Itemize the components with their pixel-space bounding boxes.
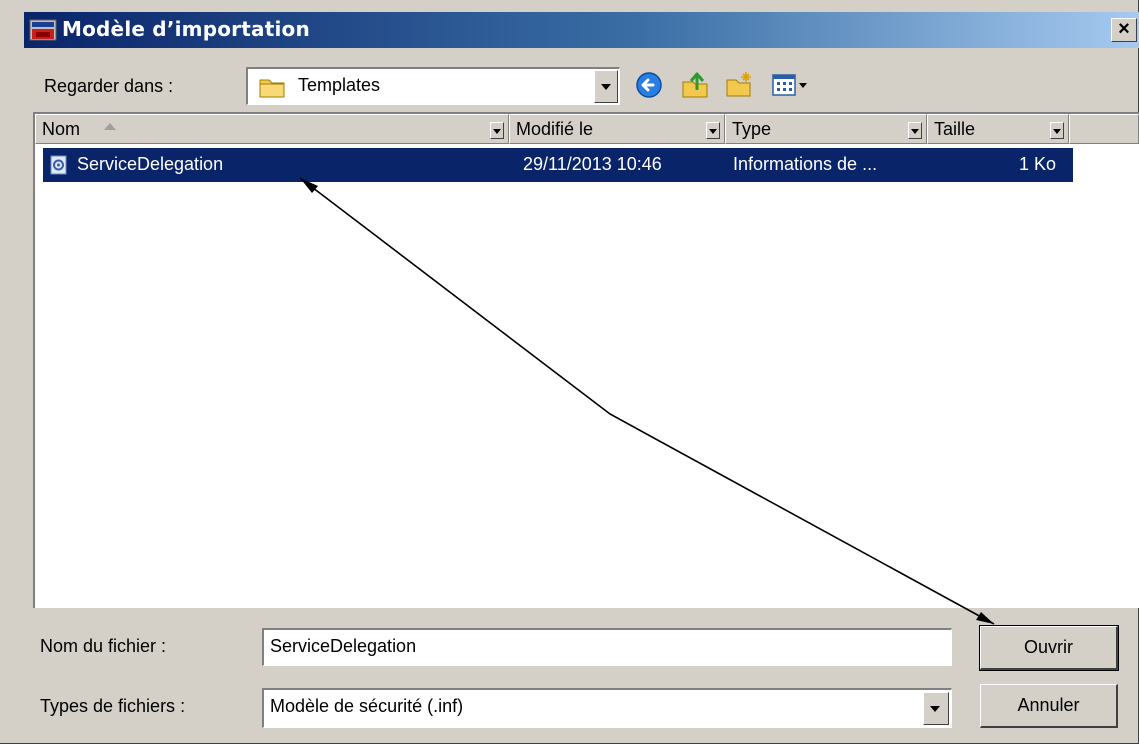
look-in-value: Templates (298, 75, 381, 95)
column-header-modified[interactable]: Modifié le (509, 114, 725, 144)
security-template-icon (29, 19, 57, 41)
column-header-name[interactable]: Nom (35, 114, 509, 144)
column-header-size[interactable]: Taille (927, 114, 1069, 144)
up-folder-icon[interactable] (680, 70, 710, 100)
file-list[interactable]: Nom Modifié le Type Taille ServiceDelega… (33, 112, 1139, 608)
title-bar[interactable]: Modèle d’importation × (24, 12, 1139, 48)
view-menu-icon[interactable] (770, 70, 810, 100)
cancel-button[interactable]: Annuler (980, 684, 1118, 728)
file-type: Informations de ... (733, 154, 878, 174)
filename-input[interactable]: ServiceDelegation (262, 628, 952, 666)
chevron-down-icon[interactable] (1050, 122, 1064, 139)
chevron-down-icon[interactable] (908, 122, 922, 139)
look-in-dropdown-button[interactable] (594, 70, 618, 103)
open-button[interactable]: Ouvrir (979, 625, 1119, 671)
file-row-selected[interactable]: ServiceDelegation 29/11/2013 10:46 Infor… (43, 148, 1073, 182)
filetype-value: Modèle de sécurité (.inf) (270, 696, 464, 716)
filetype-label: Types de fichiers : (40, 696, 186, 716)
column-header-label: Taille (934, 119, 976, 139)
inf-file-icon (50, 155, 67, 175)
filename-label: Nom du fichier : (40, 636, 167, 656)
column-header-label: Nom (42, 119, 81, 139)
filetype-select[interactable]: Modèle de sécurité (.inf) (262, 688, 952, 728)
file-modified: 29/11/2013 10:46 (523, 154, 662, 174)
filetype-dropdown-button[interactable] (923, 692, 949, 725)
column-header-label: Modifié le (516, 119, 594, 139)
column-header-filler (1069, 114, 1139, 144)
look-in-label: Regarder dans : (44, 76, 174, 96)
sort-ascending-icon (104, 123, 116, 130)
column-header-row: Nom Modifié le Type Taille (35, 114, 1139, 144)
back-icon[interactable] (634, 70, 664, 100)
look-in-combobox[interactable]: Templates (246, 67, 620, 105)
import-template-dialog: Modèle d’importation × Regarder dans : T… (0, 0, 1139, 744)
close-button[interactable]: × (1111, 18, 1137, 42)
chevron-down-icon[interactable] (490, 122, 504, 139)
dialog-title: Modèle d’importation (62, 17, 310, 41)
chevron-down-icon[interactable] (706, 122, 720, 139)
folder-icon (259, 79, 285, 98)
file-name: ServiceDelegation (77, 154, 224, 174)
column-header-type[interactable]: Type (725, 114, 927, 144)
new-folder-icon[interactable] (724, 70, 754, 100)
column-header-label: Type (732, 119, 772, 139)
file-size: 1 Ko (1019, 154, 1057, 174)
